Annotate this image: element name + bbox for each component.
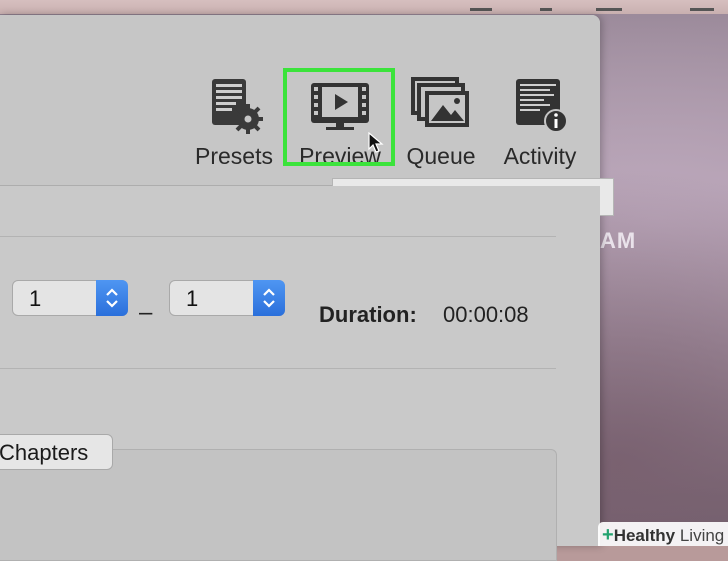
watermark: +Healthy Living	[598, 522, 728, 546]
menu-bar	[0, 0, 728, 14]
cursor-icon	[368, 131, 386, 154]
main-content: 1 – 1 Duration: 00:00:08 Chapters	[0, 186, 600, 561]
menu-bar-icon[interactable]	[596, 0, 622, 11]
range-start-stepper[interactable]: 1	[12, 280, 128, 316]
toolbar: Presets Preview Queue Activity	[0, 15, 600, 186]
app-window: Presets Preview Queue Activity 1 – 1 Dur…	[0, 15, 614, 561]
menu-bar-icon[interactable]	[690, 0, 714, 11]
queue-button[interactable]: Queue	[398, 75, 484, 170]
queue-label: Queue	[406, 143, 476, 169]
tab-chapters[interactable]: Chapters	[0, 434, 113, 470]
watermark-brand-rest: Living	[675, 526, 725, 545]
range-end-stepper[interactable]: 1	[169, 280, 285, 316]
range-start-value: 1	[29, 286, 42, 311]
watermark-brand-bold: Healthy	[613, 526, 676, 545]
duration-label: Duration:	[319, 302, 417, 327]
duration-value: 00:00:08	[443, 302, 529, 327]
range-dash: –	[139, 299, 153, 326]
divider	[0, 368, 556, 369]
chevron-updown-icon[interactable]	[253, 280, 285, 316]
menu-bar-icon[interactable]	[470, 0, 492, 11]
activity-button[interactable]: Activity	[494, 75, 586, 170]
plus-icon: +	[602, 524, 614, 546]
presets-icon	[204, 75, 264, 135]
background-text: AM	[600, 228, 637, 253]
presets-button[interactable]: Presets	[186, 75, 282, 170]
chevron-updown-icon[interactable]	[96, 280, 128, 316]
queue-icon	[411, 75, 471, 135]
activity-label: Activity	[503, 143, 577, 169]
presets-label: Presets	[195, 143, 273, 169]
divider	[0, 236, 556, 237]
range-end-value: 1	[186, 286, 199, 311]
menu-bar-icon[interactable]	[540, 0, 552, 11]
activity-icon	[510, 75, 570, 135]
